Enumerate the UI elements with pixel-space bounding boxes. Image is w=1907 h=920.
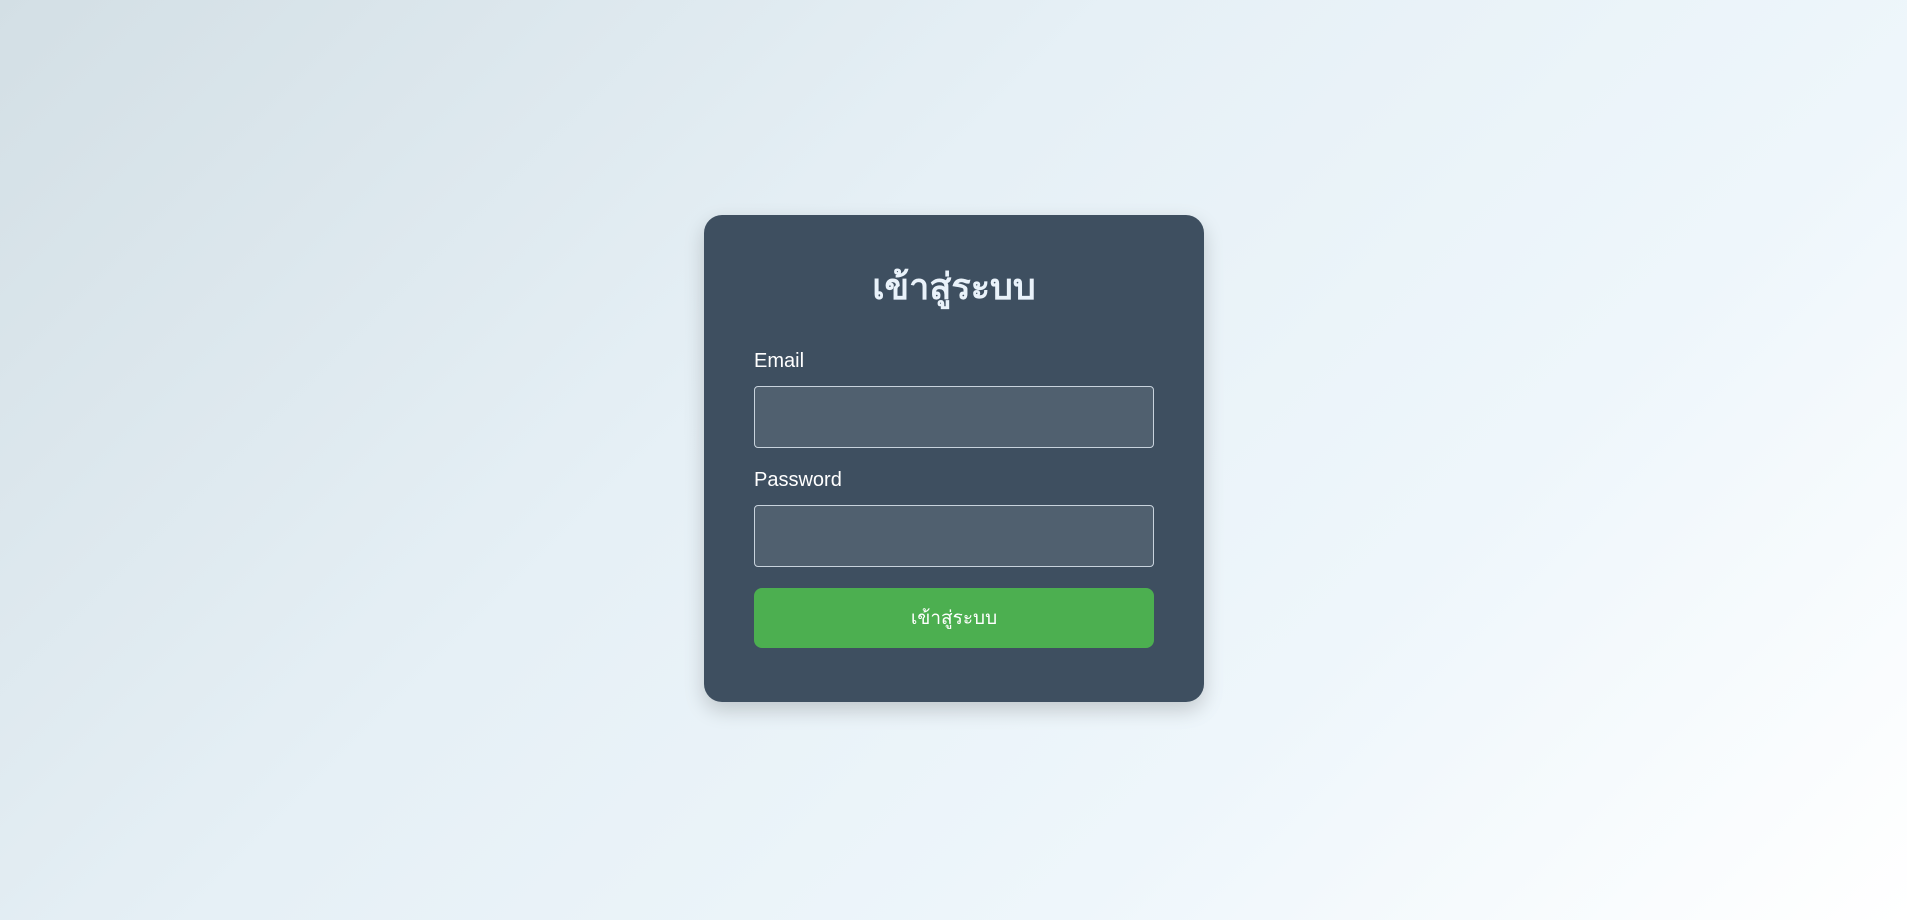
password-label: Password	[754, 469, 842, 491]
login-title: เข้าสู่ระบบ	[872, 267, 1036, 308]
email-label: Email	[754, 350, 805, 372]
password-field[interactable]	[754, 505, 1154, 567]
login-button[interactable]: เข้าสู่ระบบ	[754, 588, 1154, 648]
login-card: เข้าสู่ระบบ Email Password เข้าสู่ระบบ	[704, 215, 1204, 702]
email-field[interactable]	[754, 386, 1154, 448]
